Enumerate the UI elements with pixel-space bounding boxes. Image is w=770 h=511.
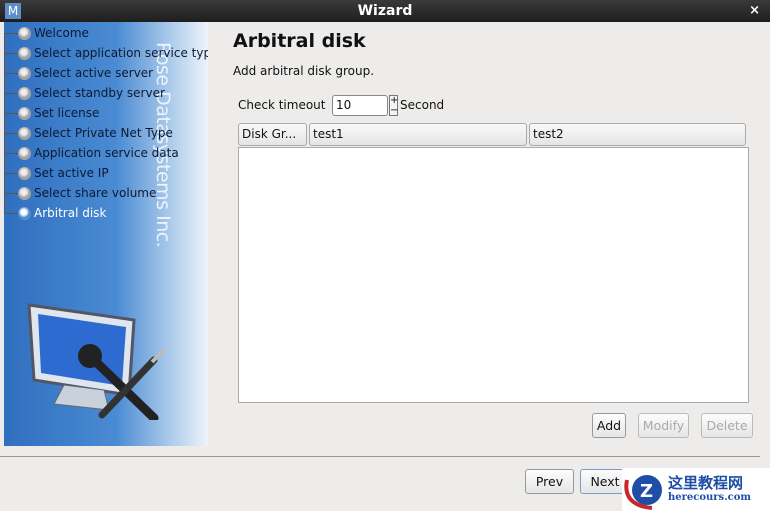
disk-group-table[interactable] (238, 147, 749, 403)
wizard-step-2[interactable]: Select active server (4, 63, 153, 83)
tree-connector (4, 92, 18, 94)
wizard-step-4[interactable]: Set license (4, 103, 99, 123)
column-header-test1[interactable]: test1 (309, 123, 527, 146)
step-label: Arbitral disk (34, 206, 107, 220)
tree-connector (4, 32, 18, 34)
wizard-step-8[interactable]: Select share volume (4, 183, 156, 203)
timeout-input[interactable]: 10 (332, 95, 388, 116)
step-label: Select active server (34, 66, 154, 80)
wizard-step-6[interactable]: Application service data (4, 143, 179, 163)
step-label: Select application service type (34, 46, 208, 60)
modify-button[interactable]: Modify (638, 413, 689, 438)
watermark-url: herecours.com (668, 492, 752, 504)
wizard-step-7[interactable]: Set active IP (4, 163, 109, 183)
step-label: Select share volume (34, 186, 157, 200)
spin-down-button[interactable]: − (390, 106, 398, 116)
step-label: Set license (34, 106, 100, 120)
tree-connector (4, 172, 18, 174)
delete-button[interactable]: Delete (701, 413, 753, 438)
app-icon: M (5, 3, 21, 19)
step-status-icon (18, 106, 31, 120)
step-status-icon (18, 206, 31, 220)
timeout-label: Check timeout (238, 98, 326, 112)
step-label: Application service data (34, 146, 179, 160)
timeout-unit: Second (400, 98, 445, 112)
watermark-z-icon: Z (624, 474, 662, 510)
step-label: Welcome (34, 26, 89, 40)
watermark-title: 这里教程网 (668, 474, 744, 493)
step-status-icon (18, 26, 31, 40)
wizard-sidebar: Rose Datasystems Inc. Welcome Select appl… (4, 22, 208, 446)
tree-connector (4, 192, 18, 194)
svg-text:Z: Z (640, 481, 653, 502)
window-title: Wizard (357, 3, 413, 19)
watermark-logo: Z 这里教程网 herecours.com (622, 468, 770, 511)
close-icon[interactable]: × (749, 0, 760, 22)
step-status-icon (18, 166, 31, 180)
monitor-tools-icon (27, 303, 166, 420)
prev-button[interactable]: Prev (525, 469, 574, 494)
step-status-icon (18, 86, 31, 100)
step-status-icon (18, 126, 31, 140)
page-subtitle: Add arbitral disk group. (233, 64, 375, 78)
step-status-icon (18, 46, 31, 60)
column-header-test2[interactable]: test2 (529, 123, 746, 146)
timeout-spinner[interactable]: + − (389, 95, 398, 116)
title-bar: M Wizard × (0, 0, 770, 22)
tree-connector (4, 52, 18, 54)
footer-divider (0, 456, 760, 457)
tree-connector (4, 112, 18, 114)
wizard-step-5[interactable]: Select Private Net Type (4, 123, 173, 143)
wizard-step-9[interactable]: Arbitral disk (4, 203, 106, 223)
tree-connector (4, 212, 18, 214)
tree-connector (4, 152, 18, 154)
step-label: Select standby server (34, 86, 165, 100)
add-button[interactable]: Add (592, 413, 626, 438)
wizard-step-3[interactable]: Select standby server (4, 83, 165, 103)
column-header-disk-group[interactable]: Disk Gr... (238, 123, 307, 146)
step-label: Set active IP (34, 166, 109, 180)
wizard-step-1[interactable]: Select application service type (4, 43, 208, 63)
page-title: Arbitral disk (233, 30, 366, 52)
tree-connector (4, 132, 18, 134)
step-status-icon (18, 66, 31, 80)
step-status-icon (18, 146, 31, 160)
step-label: Select Private Net Type (34, 126, 173, 140)
tree-connector (4, 72, 18, 74)
wizard-step-0[interactable]: Welcome (4, 23, 89, 43)
step-status-icon (18, 186, 31, 200)
